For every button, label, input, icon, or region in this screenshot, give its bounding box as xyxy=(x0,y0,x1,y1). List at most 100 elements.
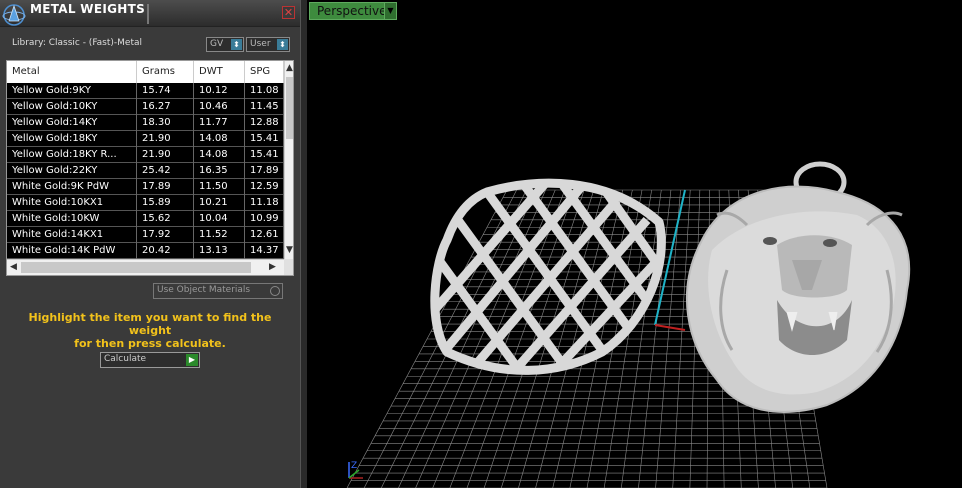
z-axis-label: Z xyxy=(351,461,357,471)
table-header: Metal Grams DWT SPG xyxy=(7,61,284,83)
title-tab-divider xyxy=(147,4,149,24)
cell-metal: White Gold:14K PdW xyxy=(7,243,137,259)
lattice-model[interactable] xyxy=(417,165,697,395)
cell-grams: 21.90 xyxy=(137,147,194,163)
cell-spg: 15.41 xyxy=(245,147,284,163)
cell-dwt: 11.52 xyxy=(194,227,245,243)
cell-dwt: 13.13 xyxy=(194,243,245,259)
cell-grams: 16.27 xyxy=(137,99,194,115)
cell-dwt: 16.35 xyxy=(194,163,245,179)
radio-indicator-icon xyxy=(270,286,280,296)
cell-spg: 12.61 xyxy=(245,227,284,243)
table-row[interactable]: Yellow Gold:18KY 21.90 14.08 15.41 xyxy=(7,131,284,147)
cell-grams: 15.62 xyxy=(137,211,194,227)
table-row[interactable]: White Gold:14KX1 17.92 11.52 12.61 xyxy=(7,227,284,243)
cell-grams: 15.74 xyxy=(137,83,194,99)
table-row[interactable]: White Gold:9K PdW 17.89 11.50 12.59 xyxy=(7,179,284,195)
cell-dwt: 10.12 xyxy=(194,83,245,99)
scroll-down-icon[interactable]: ▼ xyxy=(286,245,293,255)
table-row[interactable]: White Gold:14K PdW 20.42 13.13 14.37 xyxy=(7,243,284,259)
cell-spg: 15.41 xyxy=(245,131,284,147)
x-axis-line xyxy=(654,324,686,331)
scroll-up-icon[interactable]: ▲ xyxy=(286,63,293,73)
cell-dwt: 11.77 xyxy=(194,115,245,131)
column-header-grams[interactable]: Grams xyxy=(137,61,194,83)
cell-grams: 20.42 xyxy=(137,243,194,259)
spinner-icon: ⬍ xyxy=(277,39,288,50)
cell-spg: 17.89 xyxy=(245,163,284,179)
horizontal-scroll-thumb[interactable] xyxy=(21,262,251,273)
vertical-scroll-thumb[interactable] xyxy=(286,77,293,139)
cell-metal: Yellow Gold:18KY R... xyxy=(7,147,137,163)
cell-metal: Yellow Gold:9KY xyxy=(7,83,137,99)
cell-spg: 11.08 xyxy=(245,83,284,99)
instruction-text: Highlight the item you want to find the … xyxy=(10,311,290,350)
user-select-label: User xyxy=(250,39,271,49)
cell-spg: 11.45 xyxy=(245,99,284,115)
scroll-left-icon[interactable]: ◀ xyxy=(10,262,17,272)
cell-metal: Yellow Gold:14KY xyxy=(7,115,137,131)
panel-titlebar[interactable]: METAL WEIGHTS ✕ xyxy=(0,0,300,27)
cell-dwt: 10.04 xyxy=(194,211,245,227)
cell-spg: 12.88 xyxy=(245,115,284,131)
cell-metal: White Gold:14KX1 xyxy=(7,227,137,243)
cell-metal: White Gold:10KX1 xyxy=(7,195,137,211)
cell-spg: 11.18 xyxy=(245,195,284,211)
cell-dwt: 11.50 xyxy=(194,179,245,195)
column-header-spg[interactable]: SPG xyxy=(245,61,284,83)
cell-grams: 15.89 xyxy=(137,195,194,211)
scroll-corner xyxy=(284,259,293,275)
panel-title: METAL WEIGHTS xyxy=(30,2,146,16)
cell-grams: 25.42 xyxy=(137,163,194,179)
table-row[interactable]: Yellow Gold:22KY 25.42 16.35 17.89 xyxy=(7,163,284,179)
view-label: Perspective xyxy=(317,4,387,18)
cell-dwt: 14.08 xyxy=(194,131,245,147)
user-select[interactable]: User ⬍ xyxy=(246,37,290,52)
chevron-down-icon[interactable]: ▼ xyxy=(384,3,396,19)
cell-grams: 17.92 xyxy=(137,227,194,243)
horizontal-scrollbar[interactable]: ◀ ▶ xyxy=(7,259,284,275)
perspective-view-selector[interactable]: Perspective ▼ xyxy=(309,2,397,20)
cell-grams: 18.30 xyxy=(137,115,194,131)
cell-spg: 14.37 xyxy=(245,243,284,259)
close-button[interactable]: ✕ xyxy=(282,6,295,19)
vertical-scrollbar[interactable]: ▲ ▼ xyxy=(284,61,293,259)
scroll-right-icon[interactable]: ▶ xyxy=(269,262,276,272)
cell-metal: White Gold:9K PdW xyxy=(7,179,137,195)
cell-grams: 17.89 xyxy=(137,179,194,195)
cell-metal: Yellow Gold:18KY xyxy=(7,131,137,147)
table-row[interactable]: White Gold:10KX1 15.89 10.21 11.18 xyxy=(7,195,284,211)
cell-dwt: 10.46 xyxy=(194,99,245,115)
use-object-materials-toggle[interactable]: Use Object Materials xyxy=(153,283,283,299)
gv-select[interactable]: GV ⬍ xyxy=(206,37,244,52)
axis-gizmo: Z xyxy=(348,461,363,479)
calculate-label: Calculate xyxy=(104,354,147,364)
table-row[interactable]: Yellow Gold:9KY 15.74 10.12 11.08 xyxy=(7,83,284,99)
gv-select-label: GV xyxy=(210,39,224,49)
instruction-line-1: Highlight the item you want to find the … xyxy=(28,311,272,337)
play-icon: ▶ xyxy=(186,354,198,366)
instruction-line-2: for then press calculate. xyxy=(74,337,226,350)
scene-canvas[interactable]: Z xyxy=(307,0,962,488)
cell-metal: Yellow Gold:22KY xyxy=(7,163,137,179)
lion-pendant-model[interactable] xyxy=(685,161,911,413)
metal-weights-panel: METAL WEIGHTS ✕ Library: Classic - (Fast… xyxy=(0,0,301,488)
column-header-metal[interactable]: Metal xyxy=(7,61,137,83)
spinner-icon: ⬍ xyxy=(231,39,242,50)
table-body: Yellow Gold:9KY 15.74 10.12 11.08 Yellow Gol… xyxy=(7,83,284,259)
metal-table: Metal Grams DWT SPG Yellow Gold:9KY 15.74… xyxy=(6,60,294,276)
cell-spg: 12.59 xyxy=(245,179,284,195)
cell-spg: 10.99 xyxy=(245,211,284,227)
cell-metal: Yellow Gold:10KY xyxy=(7,99,137,115)
table-row[interactable]: Yellow Gold:10KY 16.27 10.46 11.45 xyxy=(7,99,284,115)
app-logo-icon xyxy=(2,4,26,26)
3d-viewport[interactable]: Z Perspective ▼ xyxy=(307,0,962,488)
cell-grams: 21.90 xyxy=(137,131,194,147)
table-row[interactable]: Yellow Gold:14KY 18.30 11.77 12.88 xyxy=(7,115,284,131)
cell-metal: White Gold:10KW xyxy=(7,211,137,227)
calculate-button[interactable]: Calculate ▶ xyxy=(100,352,200,368)
column-header-dwt[interactable]: DWT xyxy=(194,61,245,83)
table-row[interactable]: White Gold:10KW 15.62 10.04 10.99 xyxy=(7,211,284,227)
use-object-materials-label: Use Object Materials xyxy=(157,285,251,295)
table-row[interactable]: Yellow Gold:18KY R... 21.90 14.08 15.41 xyxy=(7,147,284,163)
